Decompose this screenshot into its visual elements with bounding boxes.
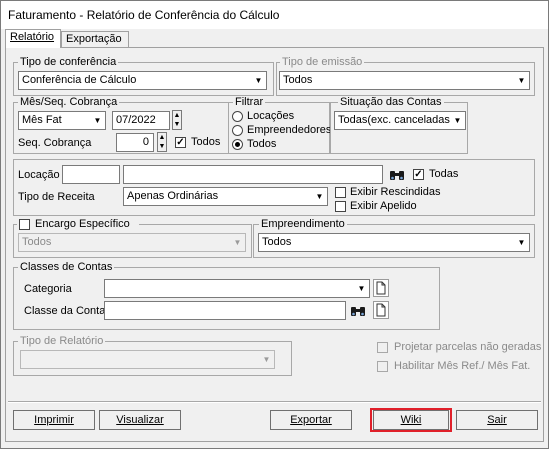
seq-cobranca-spinner[interactable]: ▲ ▼ [157, 132, 167, 152]
seq-cobranca-value: 0 [142, 136, 149, 148]
exibir-apelido-checkbox[interactable] [335, 201, 346, 212]
chevron-down-icon[interactable]: ▼ [354, 280, 369, 297]
chevron-down-icon[interactable]: ▼ [514, 72, 529, 89]
locacao-todas-checkbox[interactable]: ✓ [413, 169, 424, 180]
imprimir-button-label: Imprimir [34, 414, 74, 426]
projetar-label: Projetar parcelas não geradas [394, 341, 542, 353]
active-tab-joint [6, 47, 60, 48]
mes-date-value: 07/2022 [116, 114, 156, 126]
mes-seq-label: Mês/Seq. Cobrança [18, 96, 120, 108]
tipo-emissao-select[interactable]: Todos ▼ [279, 71, 530, 90]
new-document-icon[interactable] [373, 279, 389, 297]
imprimir-button[interactable]: Imprimir [13, 410, 95, 430]
filtrar-todos-radio[interactable] [232, 139, 243, 150]
locacao-code-input[interactable] [62, 165, 120, 184]
tab-relatorio-label: Relatório [10, 31, 55, 43]
mes-type-select[interactable]: Mês Fat ▼ [18, 111, 106, 130]
exportar-button-label: Exportar [290, 414, 332, 426]
classe-conta-input[interactable] [104, 301, 346, 320]
encargo-value: Todos [22, 236, 52, 248]
classes-label: Classes de Contas [18, 261, 115, 273]
categoria-select[interactable]: ▼ [104, 279, 370, 298]
chevron-down-icon[interactable]: ▼ [251, 72, 266, 89]
tipo-conferencia-select[interactable]: Conferência de Cálculo ▼ [18, 71, 267, 90]
filtrar-label: Filtrar [233, 96, 266, 108]
empreendimento-select[interactable]: Todos ▼ [258, 233, 530, 252]
tipo-conferencia-label: Tipo de conferência [18, 56, 119, 68]
projetar-checkbox[interactable] [377, 342, 388, 353]
tipo-receita-value: Apenas Ordinárias [127, 190, 219, 202]
empreendimento-value: Todos [262, 236, 292, 248]
window-title: Faturamento - Relatório de Conferência d… [8, 8, 280, 22]
locacao-todas-label: Todas [429, 168, 459, 180]
classe-conta-label: Classe da Conta [24, 305, 106, 317]
tab-exportacao[interactable]: Exportação [61, 31, 129, 48]
filtrar-todos-label: Todos [247, 138, 277, 150]
button-separator-light [8, 402, 541, 403]
locacao-name-input[interactable] [123, 165, 383, 184]
todos-seq-label: Todos [191, 136, 221, 148]
tipo-conferencia-value: Conferência de Cálculo [22, 74, 137, 86]
filtrar-empreendedores-radio[interactable] [232, 125, 243, 136]
binoculars-icon[interactable] [350, 302, 366, 319]
visualizar-button[interactable]: Visualizar [99, 410, 181, 430]
exibir-rescindidas-checkbox[interactable] [335, 187, 346, 198]
tipo-emissao-label: Tipo de emissão [280, 56, 365, 68]
wiki-button[interactable]: Wiki [373, 410, 449, 430]
exibir-rescindidas-label: Exibir Rescindidas [350, 186, 441, 198]
tab-relatorio[interactable]: Relatório [5, 29, 61, 48]
wiki-button-label: Wiki [400, 414, 422, 426]
situacao-value: Todas(exc. canceladas) [338, 114, 454, 126]
tab-exportacao-label: Exportação [66, 33, 122, 45]
todos-seq-checkbox[interactable]: ✓ [175, 137, 186, 148]
habilitar-label: Habilitar Mês Ref./ Mês Fat. [394, 360, 531, 372]
seq-cobranca-input[interactable]: 0 [116, 133, 154, 152]
situacao-select[interactable]: Todas(exc. canceladas) ▼ [334, 111, 466, 130]
classes-group [13, 267, 440, 330]
exportar-button[interactable]: Exportar [270, 410, 352, 430]
seq-cobranca-label: Seq. Cobrança [18, 137, 92, 149]
tipo-relatorio-label: Tipo de Relatório [18, 335, 106, 347]
tipo-receita-label: Tipo de Receita [18, 191, 95, 203]
chevron-down-icon[interactable]: ▼ [514, 234, 529, 251]
encargo-label: Encargo Específico [35, 218, 130, 230]
empreendimento-label: Empreendimento [259, 218, 347, 230]
filtrar-empreendedores-label: Empreendedores [247, 124, 332, 136]
exibir-apelido-label: Exibir Apelido [350, 200, 417, 212]
habilitar-checkbox[interactable] [377, 361, 388, 372]
locacao-label: Locação [18, 169, 60, 181]
filtrar-locacoes-label: Locações [247, 110, 295, 122]
filtrar-locacoes-radio[interactable] [232, 111, 243, 122]
binoculars-icon[interactable] [389, 166, 405, 183]
situacao-label: Situação das Contas [338, 96, 444, 108]
tipo-relatorio-select[interactable]: ▼ [20, 350, 275, 369]
encargo-checkbox[interactable] [19, 219, 30, 230]
chevron-down-icon[interactable]: ▼ [450, 112, 465, 129]
chevron-down-icon[interactable]: ▼ [230, 234, 245, 251]
mes-type-value: Mês Fat [22, 114, 62, 126]
tipo-receita-select[interactable]: Apenas Ordinárias ▼ [123, 187, 328, 206]
chevron-down-icon[interactable]: ▼ [90, 112, 105, 129]
mes-date-input[interactable]: 07/2022 [112, 111, 170, 130]
visualizar-button-label: Visualizar [116, 414, 164, 426]
chevron-down-icon[interactable]: ▼ [259, 351, 274, 368]
encargo-select[interactable]: Todos ▼ [18, 233, 246, 252]
new-document-icon[interactable] [373, 301, 389, 319]
categoria-label: Categoria [24, 283, 72, 295]
tipo-emissao-value: Todos [283, 74, 313, 86]
sair-button[interactable]: Sair [456, 410, 538, 430]
chevron-down-icon[interactable]: ▼ [312, 188, 327, 205]
mes-date-spinner[interactable]: ▲ ▼ [172, 110, 182, 130]
sair-button-label: Sair [487, 414, 507, 426]
